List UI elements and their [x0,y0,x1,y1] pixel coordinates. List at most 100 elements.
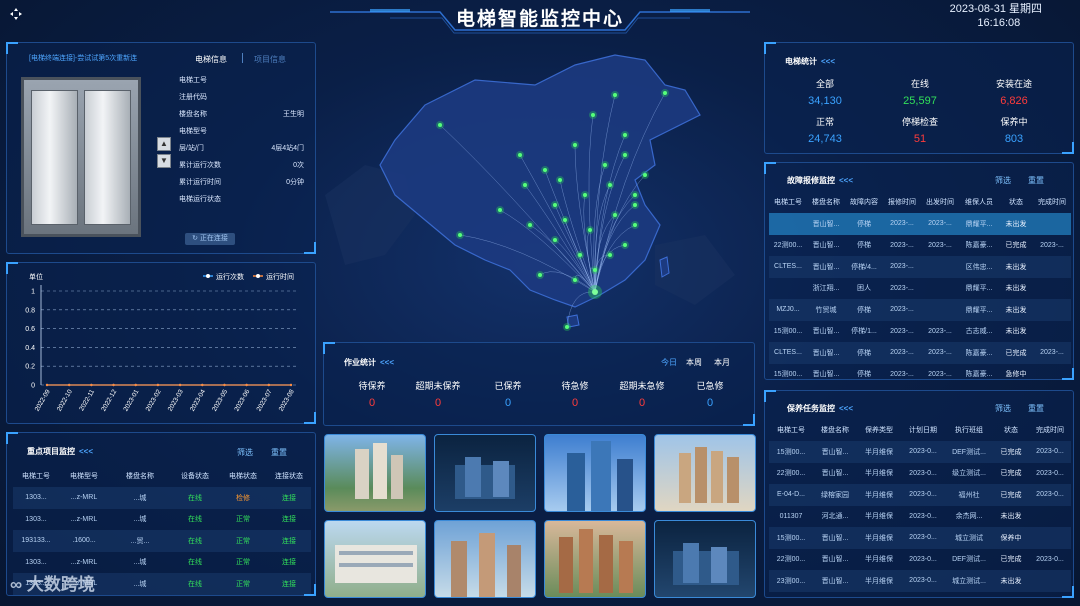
period-today[interactable]: 今日 [661,357,677,368]
column-header[interactable]: 报修时间 [883,191,921,213]
stat-label: 待保养 [358,381,386,391]
location-marker[interactable] [633,223,637,227]
column-header[interactable]: 楼盘名称 [813,419,857,441]
location-marker[interactable] [498,208,502,212]
fullscreen-icon[interactable] [10,8,22,20]
connecting-button[interactable]: ↻ 正在连接 [185,233,235,245]
location-marker[interactable] [565,325,569,329]
column-header[interactable]: 计划日期 [901,419,945,441]
location-marker[interactable] [603,163,607,167]
location-marker[interactable] [633,203,637,207]
location-marker[interactable] [573,143,577,147]
filter-link[interactable]: 筛选 [995,175,1011,186]
table-row[interactable]: 15测00... 晋山智... 半月维保 2023-0... 城立测试 保养中 [769,527,1071,549]
project-photo-2[interactable] [434,434,536,512]
table-row[interactable]: E-04-D... 绿榕家园 半月维保 2023-0... 福州社 已完成 2023-0..… [769,484,1071,506]
column-header[interactable]: 连接状态 [267,465,311,487]
location-marker[interactable] [623,153,627,157]
table-row[interactable]: 23测00... 晋山智... 半月维保 2023-0... 城立测试... 未出发 [769,570,1071,592]
table-row[interactable]: 193133... .1600... ...贸... 在线 正常 连接 [13,530,311,552]
column-header[interactable]: 保养类型 [857,419,901,441]
table-row[interactable]: 1303... ...z-MRL ...城 在线 正常 连接 [13,509,311,531]
column-header[interactable]: 楼盘名称 [109,465,171,487]
column-header[interactable]: 完成时间 [1029,419,1071,441]
table-row[interactable]: MZJ0... 竹贸城 停梯 2023-... 鼎耀平... 未出发 [769,299,1071,321]
table-cell: 在线 [171,487,219,509]
column-header[interactable]: 电梯型号 [59,465,109,487]
location-marker[interactable] [553,238,557,242]
column-header[interactable]: 电梯状态 [219,465,267,487]
location-marker[interactable] [458,233,462,237]
tab-project-info[interactable]: 项目信息 [254,54,286,65]
reset-link[interactable]: 重置 [271,447,287,458]
table-row[interactable]: 15测00... 晋山智... 停梯/1... 2023-... 2023-... 古志威… [769,321,1071,343]
table-row[interactable]: 1303... ...z-MRL ...城 在线 检修 连接 [13,487,311,509]
column-header[interactable]: 执行班组 [945,419,993,441]
column-header[interactable]: 电梯工号 [769,191,807,213]
location-marker[interactable] [573,278,577,282]
column-header[interactable]: 维保人员 [959,191,999,213]
location-marker[interactable] [608,183,612,187]
project-photo-3[interactable] [544,434,646,512]
table-cell: 2023-0... [909,469,937,477]
location-marker[interactable] [608,253,612,257]
project-photo-1[interactable] [324,434,426,512]
period-week[interactable]: 本周 [686,357,702,368]
filter-link[interactable]: 筛选 [995,403,1011,414]
column-header[interactable]: 楼盘名称 [807,191,845,213]
up-arrow-icon[interactable]: ▲ [157,137,171,151]
column-header[interactable]: 出发时间 [921,191,959,213]
reset-link[interactable]: 重置 [1028,175,1044,186]
column-header[interactable]: 电梯工号 [13,465,59,487]
column-header[interactable]: 状态 [999,191,1033,213]
table-row[interactable]: 22测00... 晋山智... 停梯 2023-... 2023-... 陈嘉豪... 已完… [769,235,1071,257]
location-marker[interactable] [663,91,667,95]
period-month[interactable]: 本月 [714,357,730,368]
location-marker[interactable] [623,243,627,247]
table-row[interactable]: 晋山智... 停梯 2023-... 2023-... 鼎耀平... 未出发 [769,213,1071,235]
location-marker[interactable] [588,228,592,232]
down-arrow-icon[interactable]: ▼ [157,154,171,168]
location-marker[interactable] [578,253,582,257]
reset-link[interactable]: 重置 [1028,403,1044,414]
table-row[interactable]: 011307 河北通... 半月维保 2023-0... 余杰网... 未出发 [769,506,1071,528]
location-marker[interactable] [583,193,587,197]
table-row[interactable]: 15测00... 晋山智... 半月维保 2023-0... DEF测试... 已完成 20… [769,441,1071,463]
table-row[interactable]: CLTES... 晋山智... 停梯 2023-... 2023-... 陈嘉豪... 已完… [769,342,1071,364]
location-marker[interactable] [518,153,522,157]
location-marker[interactable] [593,268,597,272]
location-marker[interactable] [613,93,617,97]
table-cell: 011307 [779,512,803,520]
location-marker[interactable] [563,218,567,222]
location-marker[interactable] [538,273,542,277]
location-marker[interactable] [528,223,532,227]
tab-elevator-info[interactable]: 电梯信息 [195,54,227,65]
hub-marker[interactable] [592,289,598,295]
column-header[interactable]: 电梯工号 [769,419,813,441]
location-marker[interactable] [438,123,442,127]
location-marker[interactable] [633,193,637,197]
location-marker[interactable] [643,173,647,177]
table-row[interactable]: 22测00... 晋山智... 半月维保 2023-0... DEF测试... 已完成 20… [769,549,1071,571]
location-marker[interactable] [613,213,617,217]
table-row[interactable]: 22测00... 晋山智... 半月维保 2023-0... 级立测试... 已完成 202… [769,463,1071,485]
table-row[interactable]: 浙江翔... 困人 2023-... 鼎耀平... 未出发 [769,278,1071,300]
project-photo-4[interactable] [654,434,756,512]
column-header[interactable]: 设备状态 [171,465,219,487]
location-marker[interactable] [623,133,627,137]
column-header[interactable]: 状态 [993,419,1029,441]
column-header[interactable]: 完成时间 [1033,191,1071,213]
location-marker[interactable] [558,178,562,182]
location-marker[interactable] [523,183,527,187]
project-photo-8[interactable] [654,520,756,598]
location-marker[interactable] [543,168,547,172]
project-photo-7[interactable] [544,520,646,598]
location-marker[interactable] [553,203,557,207]
column-header[interactable]: 故障内容 [845,191,883,213]
project-photo-6[interactable] [434,520,536,598]
filter-link[interactable]: 筛选 [237,447,253,458]
table-row[interactable]: CLTES... 晋山智... 停梯/4... 2023-... 区伟忠... 未出发 [769,256,1071,278]
location-marker[interactable] [591,113,595,117]
table-row[interactable]: 15测00... 晋山智... 停梯 2023-... 2023-... 陈嘉豪... 急修… [769,364,1071,386]
project-photo-5[interactable] [324,520,426,598]
